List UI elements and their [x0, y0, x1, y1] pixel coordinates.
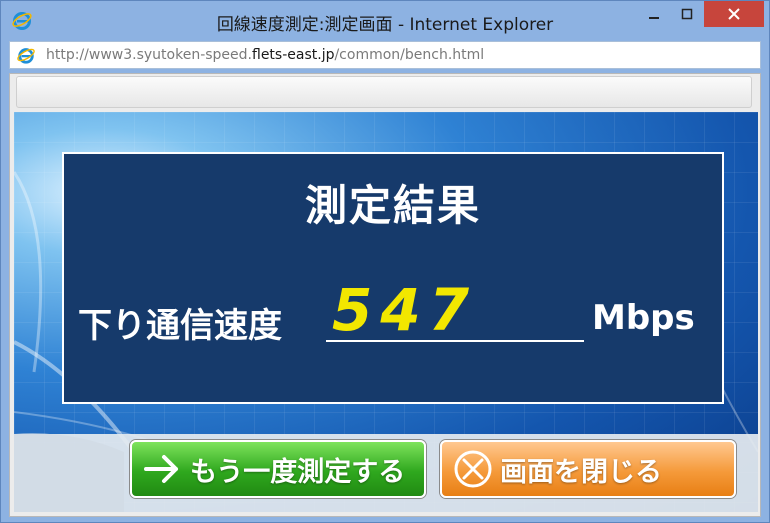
download-speed-label: 下り通信速度 [78, 306, 282, 346]
close-screen-label: 画面を閉じる [500, 456, 662, 488]
result-title: 測定結果 [304, 181, 481, 230]
close-icon [728, 8, 740, 20]
arrow-right-icon [144, 455, 178, 483]
maximize-icon [681, 8, 693, 20]
browser-window: 回線速度測定:測定画面 - Internet Explorer http://w… [0, 0, 770, 523]
minimize-button[interactable] [638, 1, 670, 27]
page-content: 測定結果 下り通信速度 547 Mbps もう一度測定する 画面を閉じる [9, 73, 761, 517]
minimize-icon [649, 17, 659, 19]
measure-again-label: もう一度測定する [190, 456, 406, 488]
close-screen-button[interactable]: 画面を閉じる [440, 440, 736, 498]
circle-x-icon [454, 450, 492, 488]
measure-again-button[interactable]: もう一度測定する [130, 440, 426, 498]
address-bar[interactable]: http://www3.syutoken-speed.flets-east.jp… [9, 41, 761, 69]
result-panel: 測定結果 下り通信速度 547 Mbps [62, 152, 724, 404]
title-bar[interactable]: 回線速度測定:測定画面 - Internet Explorer [1, 1, 769, 39]
maximize-button[interactable] [671, 1, 703, 27]
result-stage: 測定結果 下り通信速度 547 Mbps もう一度測定する 画面を閉じる [14, 112, 758, 512]
url-host: flets-east.jp [252, 47, 335, 63]
speed-unit: Mbps [592, 298, 695, 338]
download-speed-value: 547 [332, 276, 478, 344]
url-prefix: http://www3.syutoken-speed. [46, 47, 252, 63]
address-url[interactable]: http://www3.syutoken-speed.flets-east.jp… [46, 47, 484, 63]
internet-explorer-icon [17, 48, 35, 64]
close-button[interactable] [704, 1, 764, 27]
download-speed-field: 547 [326, 272, 584, 344]
page-top-bar [16, 76, 752, 108]
url-path: /common/bench.html [334, 47, 485, 63]
